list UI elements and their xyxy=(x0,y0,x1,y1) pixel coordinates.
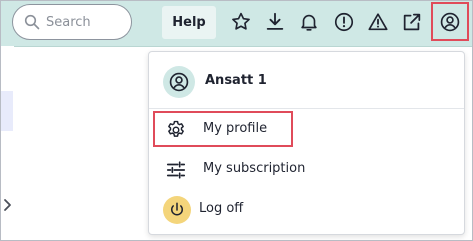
info-circle-icon[interactable] xyxy=(333,11,355,33)
search-placeholder: Search xyxy=(46,14,91,30)
avatar xyxy=(163,66,195,98)
profile-button[interactable] xyxy=(431,2,469,41)
external-link-icon[interactable] xyxy=(401,11,423,33)
chevron-right-icon[interactable] xyxy=(2,198,12,212)
menu-item-log-off[interactable]: Log off xyxy=(149,190,464,230)
user-menu-header: Ansatt 1 xyxy=(149,52,464,109)
menu-item-my-profile[interactable]: My profile xyxy=(149,110,464,150)
menu-item-label: Log off xyxy=(199,201,244,216)
warning-icon[interactable] xyxy=(367,11,389,33)
search-input[interactable]: Search xyxy=(12,4,132,40)
menu-item-label: My subscription xyxy=(203,161,306,176)
menu-item-label: My profile xyxy=(203,121,268,136)
menu-item-my-subscription[interactable]: My subscription xyxy=(149,150,464,190)
left-panel-selected-bar xyxy=(0,91,13,131)
download-icon[interactable] xyxy=(264,11,286,33)
power-icon xyxy=(163,196,191,224)
user-circle-icon xyxy=(169,72,189,92)
star-icon[interactable] xyxy=(230,11,252,33)
user-menu-dropdown: Ansatt 1 My profile My subscription Log … xyxy=(148,51,465,235)
bell-icon[interactable] xyxy=(298,11,320,33)
user-name: Ansatt 1 xyxy=(205,73,267,88)
help-button[interactable]: Help xyxy=(162,6,216,39)
sliders-icon xyxy=(165,159,187,181)
gear-icon xyxy=(165,119,187,141)
top-bar: Search Help xyxy=(0,0,473,47)
user-circle-icon xyxy=(440,12,460,31)
search-icon xyxy=(24,14,40,30)
